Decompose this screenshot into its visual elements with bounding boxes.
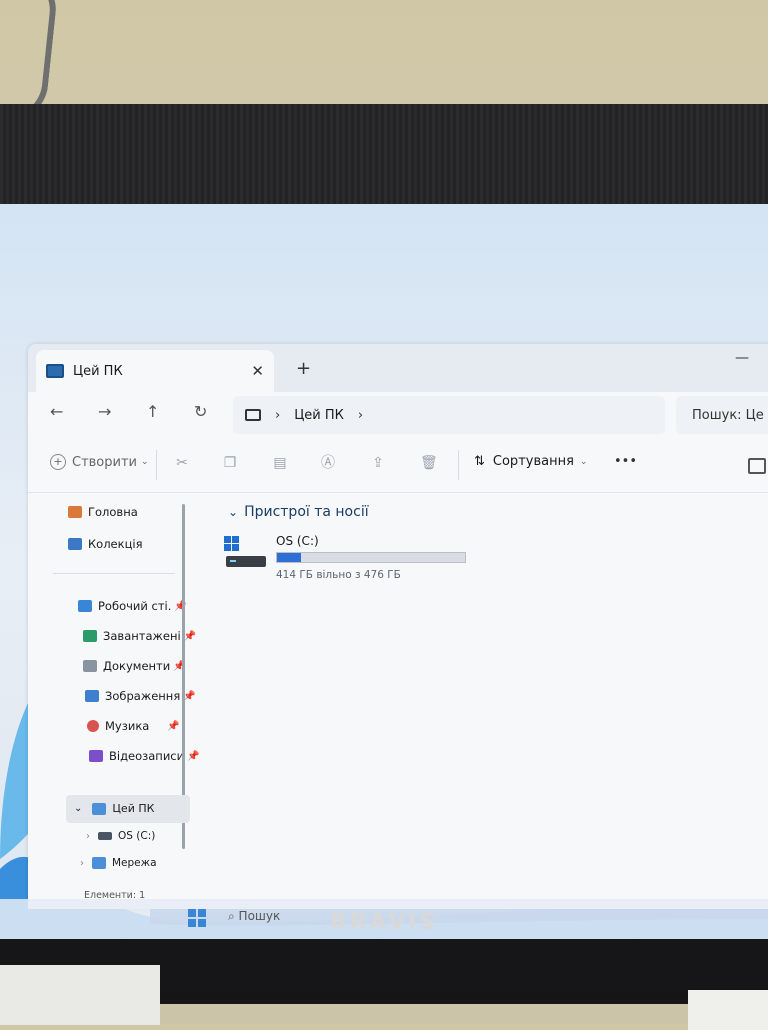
desk-surface [0, 965, 160, 1025]
sort-button[interactable]: ⇅ Сортування ⌄ [474, 454, 587, 469]
forward-button[interactable]: → [98, 402, 111, 421]
tab-this-pc[interactable]: Цей ПК ✕ [36, 350, 274, 392]
chevron-right-icon: › [80, 857, 84, 869]
network-icon [92, 857, 106, 869]
music-icon [87, 720, 99, 732]
sidebar-item-gallery[interactable]: Колекція [68, 537, 143, 551]
toolbar-divider [458, 450, 459, 480]
sidebar-item-desktop[interactable]: Робочий сті. 📌 [78, 599, 187, 613]
cut-icon[interactable]: ✂ [174, 455, 190, 471]
pictures-icon [85, 690, 99, 702]
pin-icon: 📌 [167, 720, 180, 732]
search-input[interactable]: Пошук: Це [676, 396, 768, 434]
sidebar-divider [53, 573, 175, 574]
sidebar-item-label: Відеозаписи [109, 749, 185, 763]
chevron-right-icon[interactable]: › [358, 408, 363, 423]
copy-icon[interactable]: ❐ [222, 455, 238, 471]
toolbar-divider [156, 450, 157, 480]
sidebar-item-this-pc[interactable]: ⌄ Цей ПК [74, 802, 154, 815]
delete-icon[interactable]: 🗑 [420, 455, 438, 471]
close-tab-icon[interactable]: ✕ [251, 362, 264, 380]
sidebar-item-network[interactable]: › Мережа [80, 857, 157, 869]
breadcrumb-this-pc[interactable]: Цей ПК [294, 408, 344, 423]
gallery-icon [68, 538, 82, 550]
address-bar[interactable]: › Цей ПК › [233, 396, 665, 434]
rename-icon[interactable]: Ⓐ [320, 455, 336, 471]
tab-label: Цей ПК [73, 363, 123, 379]
drive-icon [224, 536, 266, 567]
new-tab-button[interactable]: + [296, 358, 311, 379]
monitor: Цей ПК ✕ + — ← → ↑ ↻ › Цей ПК › Пошук: Ц [0, 104, 768, 1004]
sidebar-item-music[interactable]: Музика 📌 [87, 719, 180, 733]
desk-surface-right [688, 990, 768, 1030]
monitor-bezel [0, 104, 768, 204]
refresh-button[interactable]: ↻ [194, 402, 207, 421]
sidebar-item-label: OS (C:) [118, 830, 156, 842]
create-label: Створити [72, 454, 137, 470]
monitor-icon [46, 364, 64, 378]
screen: Цей ПК ✕ + — ← → ↑ ↻ › Цей ПК › Пошук: Ц [0, 204, 768, 939]
chevron-right-icon: › [275, 407, 281, 423]
chevron-down-icon: ⌄ [579, 456, 588, 467]
title-bar: Цей ПК ✕ + — [28, 344, 768, 392]
create-button[interactable]: + Створити ⌄ [50, 454, 149, 470]
drive-usage-bar [276, 552, 466, 563]
chevron-down-icon: ⌄ [141, 457, 149, 467]
back-button[interactable]: ← [50, 402, 63, 421]
section-devices[interactable]: ⌄ Пристрої та носії [228, 504, 369, 520]
sidebar-item-label: Робочий сті. [98, 599, 172, 613]
up-button[interactable]: ↑ [146, 402, 159, 421]
sidebar-item-drive-c[interactable]: › OS (C:) [86, 830, 155, 842]
desktop-folder-icon [78, 600, 92, 612]
sidebar-item-label: Цей ПК [112, 802, 155, 815]
pin-icon: 📌 [187, 750, 200, 762]
pin-icon: 📌 [183, 630, 197, 642]
download-icon [83, 630, 97, 642]
chevron-down-icon: ⌄ [228, 505, 239, 519]
sort-icon: ⇅ [474, 454, 485, 469]
search-placeholder: Пошук: Це [692, 407, 764, 423]
content-pane: ⌄ Пристрої та носії OS (C:) 414 ГБ вільн… [208, 494, 768, 908]
sidebar-item-label: Завантажені [103, 629, 181, 643]
sidebar-item-label: Музика [105, 719, 150, 733]
videos-icon [89, 750, 103, 762]
documents-icon [83, 660, 97, 672]
monitor-brand-logo: BRAVIS [329, 910, 439, 935]
chevron-right-icon: › [86, 830, 90, 842]
drive-usage-fill [277, 553, 302, 562]
command-bar: + Створити ⌄ ✂ ❐ ▤ Ⓐ ⇪ 🗑 ⇅ Сортування ⌄ … [28, 440, 768, 493]
navigation-bar: ← → ↑ ↻ › Цей ПК › Пошук: Це [28, 392, 768, 438]
drive-c-tile[interactable]: OS (C:) 414 ГБ вільно з 476 ГБ [222, 534, 522, 594]
paste-icon[interactable]: ▤ [272, 455, 288, 471]
sidebar-item-label: Колекція [88, 537, 143, 551]
file-explorer-window: Цей ПК ✕ + — ← → ↑ ↻ › Цей ПК › Пошук: Ц [28, 344, 768, 909]
plus-circle-icon: + [50, 454, 66, 470]
sidebar-item-home[interactable]: Головна [68, 505, 138, 519]
sidebar-item-pictures[interactable]: Зображення 📌 [85, 689, 196, 703]
section-title: Пристрої та носії [244, 504, 369, 520]
details-pane-icon[interactable] [748, 458, 766, 474]
sidebar-item-documents[interactable]: Документи 📌 [83, 659, 186, 673]
minimize-button[interactable]: — [735, 350, 749, 366]
this-pc-icon [92, 802, 107, 815]
drive-icon [98, 832, 112, 840]
sidebar-item-downloads[interactable]: Завантажені 📌 [83, 629, 196, 643]
home-icon [68, 506, 82, 518]
share-icon[interactable]: ⇪ [370, 455, 386, 471]
sidebar-item-label: Документи [103, 659, 171, 673]
chevron-down-icon: ⌄ [74, 803, 83, 814]
sidebar-item-label: Мережа [112, 857, 157, 869]
more-options-button[interactable]: ••• [614, 454, 637, 469]
sidebar-item-label: Зображення [105, 689, 181, 703]
sort-label: Сортування [492, 454, 574, 469]
navigation-pane: Головна Колекція Робочий сті. 📌 Завантаж… [28, 493, 200, 909]
this-pc-icon [245, 409, 261, 421]
sidebar-item-label: Головна [88, 505, 138, 519]
drive-free-space: 414 ГБ вільно з 476 ГБ [276, 569, 401, 581]
pin-icon: 📌 [183, 690, 196, 702]
drive-label: OS (C:) [276, 534, 319, 548]
